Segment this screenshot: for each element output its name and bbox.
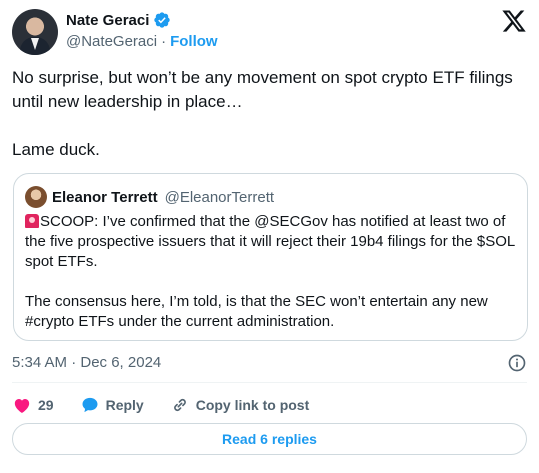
tweet-text: No surprise, but won’t be any movement o…	[12, 68, 513, 159]
divider-top	[12, 382, 527, 383]
verified-badge-icon	[154, 12, 171, 28]
copy-link-label: Copy link to post	[195, 397, 310, 413]
link-icon	[173, 398, 186, 412]
copy-link-button[interactable]: Copy link to post	[170, 395, 310, 415]
like-count: 29	[38, 397, 54, 413]
quoted-author-avatar	[25, 186, 47, 208]
reply-button[interactable]: Reply	[80, 395, 144, 415]
siren-icon	[25, 214, 39, 228]
reply-label: Reply	[105, 397, 144, 413]
read-replies-button[interactable]: Read 6 replies	[12, 423, 527, 455]
info-icon[interactable]	[507, 353, 527, 373]
quoted-author-handle: @EleanorTerrett	[164, 188, 275, 206]
author-name[interactable]: Nate Geraci	[66, 12, 149, 29]
author-handle[interactable]: @NateGeraci	[66, 33, 157, 50]
action-bar: 29 Reply Copy link to post	[12, 393, 335, 417]
handle-separator: ·	[161, 33, 167, 50]
quoted-tweet-text-wrap: SCOOP: I’ve confirmed that the @SECGov h…	[25, 212, 518, 332]
x-logo-icon[interactable]	[501, 8, 527, 34]
tweet-header: Nate Geraci @NateGeraci · Follow	[12, 8, 527, 56]
author-name-row: Nate Geraci	[66, 11, 171, 29]
heart-icon	[14, 399, 30, 413]
reply-bubble-icon	[82, 397, 98, 413]
tweet-card: Nate Geraci @NateGeraci · Follow No surp…	[0, 0, 539, 473]
like-button[interactable]: 29	[12, 395, 54, 415]
quoted-tweet[interactable]: Eleanor Terrett @EleanorTerrett SCOOP: I…	[13, 173, 528, 341]
author-avatar[interactable]	[12, 9, 58, 55]
follow-button[interactable]: Follow	[170, 33, 218, 50]
quoted-author-name: Eleanor Terrett	[52, 188, 158, 206]
quoted-tweet-header: Eleanor Terrett @EleanorTerrett	[25, 186, 274, 208]
quoted-tweet-text: SCOOP: I’ve confirmed that the @SECGov h…	[25, 213, 515, 330]
author-handle-row: @NateGeraci · Follow	[66, 33, 218, 50]
tweet-timestamp[interactable]: 5:34 AM · Dec 6, 2024	[12, 354, 161, 371]
